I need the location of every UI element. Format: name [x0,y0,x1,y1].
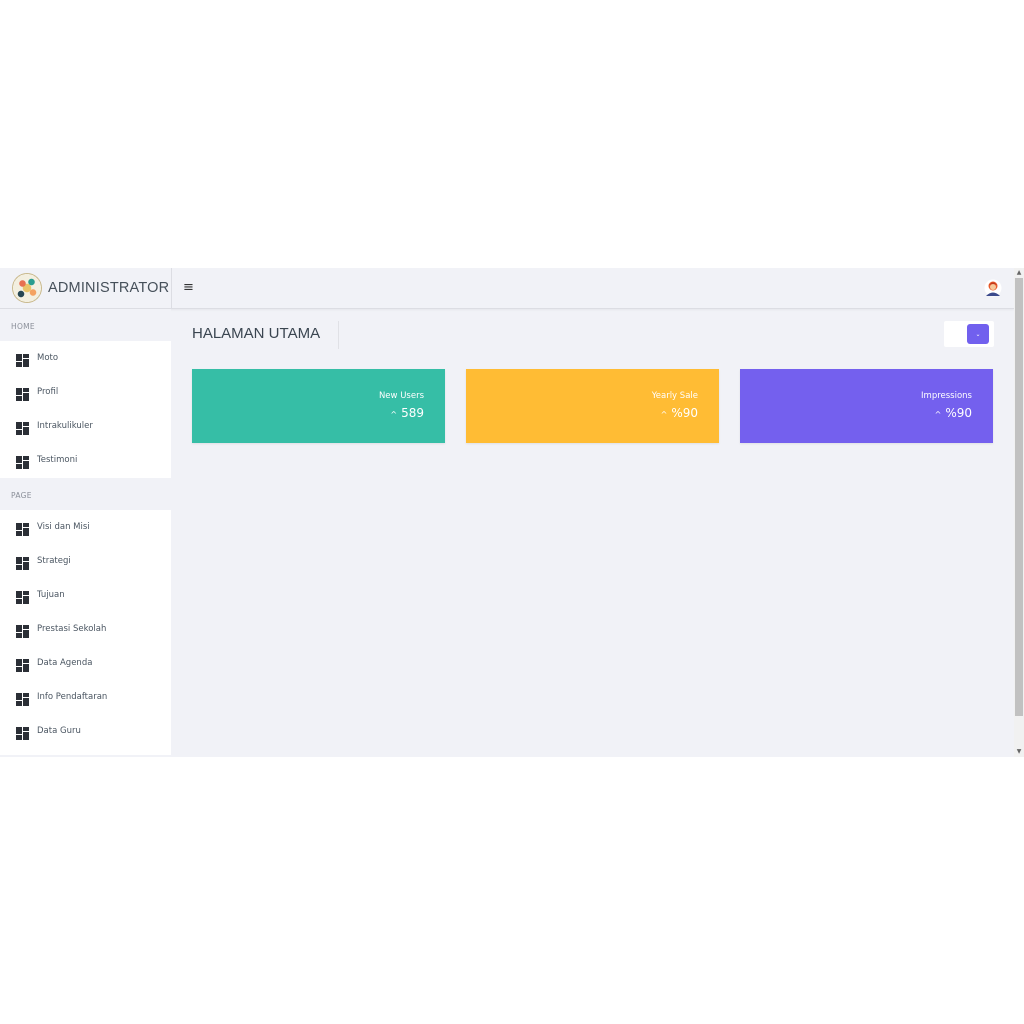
sidebar-item-label: Info Pendaftaran [37,692,108,702]
page-title: HALAMAN UTAMA [192,325,321,342]
sidebar-group-home: Moto Profil Intrakulikuler Testimoni [0,341,171,478]
sidebar-item-prestasi-sekolah[interactable]: Prestasi Sekolah [0,612,171,646]
sidebar-item-label: Testimoni [37,455,78,465]
sidebar-item-label: Prestasi Sekolah [37,624,107,634]
chevron-down-icon: ⌄ [975,330,981,338]
stat-card-value-row: ^ 589 [390,406,424,420]
sidebar-item-label: Tujuan [37,590,65,600]
sidebar-section-home-title: HOME [11,322,35,331]
sidebar-group-page: Visi dan Misi Strategi Tujuan Prestasi S… [0,510,171,755]
stat-card-label: New Users [378,391,424,401]
sidebar-item-data-guru[interactable]: Data Guru [0,714,171,748]
vertical-scrollbar[interactable]: ▲ ▼ [1014,268,1024,757]
sidebar-item-profil[interactable]: Profil [0,375,171,409]
sidebar-item-label: Visi dan Misi [37,522,90,532]
stat-card-value-row: ^ %90 [661,406,698,420]
brand-name: ADMINISTRATOR [48,280,170,296]
arrow-up-icon: ^ [934,410,942,419]
sidebar-item-label: Intrakulikuler [37,421,93,431]
sidebar-item-label: Data Agenda [37,658,93,668]
dashboard-icon [16,623,29,638]
user-avatar-icon[interactable] [984,279,1002,297]
sidebar-item-testimoni[interactable]: Testimoni [0,443,171,477]
sidebar-item-intrakulikuler[interactable]: Intrakulikuler [0,409,171,443]
arrow-up-icon: ^ [660,410,668,419]
brand[interactable]: ADMINISTRATOR [0,268,172,308]
sidebar-item-label: Data Guru [37,726,81,736]
scrollbar-thumb[interactable] [1015,278,1023,716]
stat-card-label: Yearly Sale [651,391,698,401]
sidebar-item-label: Moto [37,353,59,363]
stat-card-impressions: Impressions ^ %90 [740,369,993,443]
top-header: ADMINISTRATOR ≡ [0,268,1014,309]
stat-card-value: %90 [671,406,698,420]
stat-card-value-row: ^ %90 [935,406,972,420]
sidebar-item-tujuan[interactable]: Tujuan [0,578,171,612]
sidebar-item-moto[interactable]: Moto [0,341,171,375]
dashboard-icon [16,691,29,706]
action-dropdown: ⌄ [944,321,994,347]
dashboard-icon [16,386,29,401]
main-content: HALAMAN UTAMA ⌄ New Users ^ 589 Yearly Sa… [171,309,1014,757]
arrow-up-icon: ^ [390,410,398,419]
stat-card-new-users: New Users ^ 589 [192,369,445,443]
scroll-down-arrow-icon[interactable]: ▼ [1014,747,1024,757]
sidebar-section-page-title: PAGE [11,491,32,500]
dashboard-icon [16,555,29,570]
app-window: ADMINISTRATOR ≡ HOME Moto Profil Intraku… [0,268,1024,757]
stat-card-value: 589 [401,406,424,420]
stat-card-label: Impressions [921,391,972,401]
stat-card-yearly-sale: Yearly Sale ^ %90 [466,369,719,443]
dashboard-icon [16,725,29,740]
sidebar-item-data-agenda[interactable]: Data Agenda [0,646,171,680]
dashboard-icon [16,589,29,604]
menu-toggle-icon[interactable]: ≡ [183,280,194,295]
sidebar: HOME Moto Profil Intrakulikuler Testimon… [0,309,171,757]
title-divider [338,321,339,349]
sidebar-item-visi-dan-misi[interactable]: Visi dan Misi [0,510,171,544]
dashboard-icon [16,420,29,435]
sidebar-item-strategi[interactable]: Strategi [0,544,171,578]
sidebar-item-info-pendaftaran[interactable]: Info Pendaftaran [0,680,171,714]
dashboard-icon [16,352,29,367]
sidebar-item-label: Strategi [37,556,71,566]
school-logo-icon [12,273,42,303]
dashboard-icon [16,657,29,672]
dashboard-icon [16,454,29,469]
sidebar-item-label: Profil [37,387,59,397]
dashboard-icon [16,521,29,536]
scroll-up-arrow-icon[interactable]: ▲ [1014,268,1024,278]
dropdown-toggle-button[interactable]: ⌄ [967,324,989,344]
stat-card-value: %90 [945,406,972,420]
